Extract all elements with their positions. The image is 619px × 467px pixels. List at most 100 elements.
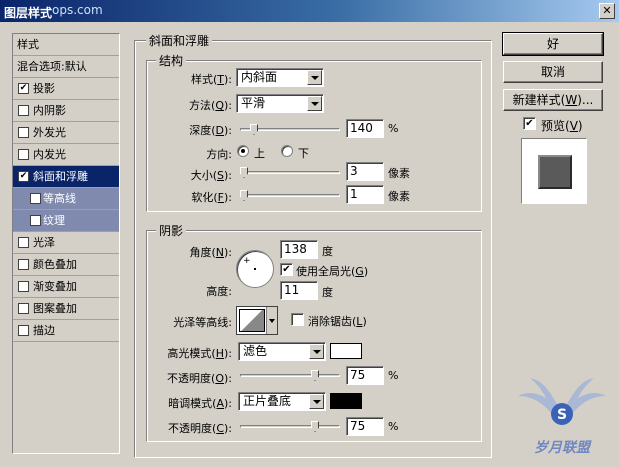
angle-unit: 度: [322, 245, 333, 258]
shadow-opacity-input[interactable]: 75: [346, 417, 384, 436]
altitude-unit: 度: [322, 286, 333, 299]
shadow-mode-select[interactable]: 正片叠底: [238, 392, 326, 411]
bevel-emboss-group-title: 斜面和浮雕: [146, 32, 213, 49]
sidebar-item-outer-glow[interactable]: 外发光: [13, 122, 119, 144]
checkbox-drop-shadow[interactable]: [18, 83, 29, 94]
slider-thumb[interactable]: [240, 190, 248, 201]
anti-aliased-checkbox[interactable]: [291, 313, 304, 326]
style-select[interactable]: 内斜面: [236, 68, 324, 87]
chevron-down-icon[interactable]: [309, 394, 324, 409]
angle-dial[interactable]: +: [236, 250, 274, 288]
sidebar-item-color-overlay[interactable]: 颜色叠加: [13, 254, 119, 276]
shadow-opacity-slider[interactable]: [240, 421, 340, 433]
style-list: 样式 混合选项:默认 投影 内阴影 外发光 内发光 斜面和浮雕 等高线 纹理 光…: [12, 33, 120, 454]
chevron-down-icon[interactable]: [307, 70, 322, 85]
contour-preview: [239, 309, 265, 332]
gloss-contour-label: 光泽等高线:: [173, 316, 232, 329]
checkbox-inner-shadow[interactable]: [18, 105, 29, 116]
close-button[interactable]: ✕: [599, 3, 615, 19]
depth-input[interactable]: 140: [346, 119, 384, 138]
global-light-checkbox[interactable]: [280, 263, 293, 276]
slider-thumb[interactable]: [311, 421, 319, 432]
sidebar-item-pattern-overlay[interactable]: 图案叠加: [13, 298, 119, 320]
slider-thumb[interactable]: [240, 167, 248, 178]
highlight-opacity-slider[interactable]: [240, 370, 340, 382]
altitude-input[interactable]: 11: [280, 281, 318, 300]
preview-label[interactable]: 预览(V): [541, 117, 583, 134]
checkbox-outer-glow[interactable]: [18, 127, 29, 138]
highlight-opacity-unit: %: [388, 369, 399, 382]
highlight-color-swatch[interactable]: [330, 343, 362, 359]
sidebar-item-bevel-emboss[interactable]: 斜面和浮雕: [13, 166, 119, 188]
sidebar-item-label: 斜面和浮雕: [33, 170, 88, 183]
technique-label: 方法(Q):: [189, 99, 232, 112]
slider-thumb[interactable]: [311, 370, 319, 381]
direction-down-label[interactable]: 下: [298, 145, 309, 161]
soften-unit: 像素: [388, 190, 410, 203]
preview-swatch: [538, 155, 572, 189]
sidebar-item-label: 纹理: [43, 214, 65, 227]
gloss-contour-picker[interactable]: [236, 306, 278, 335]
sidebar-item-satin[interactable]: 光泽: [13, 232, 119, 254]
sidebar-item-label: 内发光: [33, 148, 66, 161]
sidebar-item-inner-shadow[interactable]: 内阴影: [13, 100, 119, 122]
depth-unit: %: [388, 122, 399, 135]
checkbox-gradient-overlay[interactable]: [18, 281, 29, 292]
title-bar[interactable]: 图层样式 ops.com ✕: [0, 0, 619, 22]
highlight-mode-value: 滤色: [243, 344, 268, 358]
checkbox-satin[interactable]: [18, 237, 29, 248]
chevron-down-icon[interactable]: [307, 96, 322, 111]
direction-down-radio[interactable]: [281, 145, 293, 157]
soften-slider[interactable]: [240, 190, 340, 202]
checkbox-color-overlay[interactable]: [18, 259, 29, 270]
style-list-header[interactable]: 样式: [13, 34, 119, 56]
soften-input[interactable]: 1: [346, 185, 384, 204]
new-style-button[interactable]: 新建样式(W)...: [503, 89, 603, 111]
checkbox-stroke[interactable]: [18, 325, 29, 336]
direction-label: 方向:: [206, 148, 232, 161]
technique-select[interactable]: 平滑: [236, 94, 324, 113]
slider-track: [240, 425, 340, 428]
shadow-color-swatch[interactable]: [330, 393, 362, 409]
shadow-mode-value: 正片叠底: [243, 394, 292, 408]
checkbox-pattern-overlay[interactable]: [18, 303, 29, 314]
depth-slider[interactable]: [240, 124, 340, 136]
shadow-opacity-label: 不透明度(C):: [168, 422, 232, 435]
chevron-down-icon[interactable]: [266, 307, 277, 334]
style-label: 样式(T):: [190, 73, 232, 86]
shading-group-title: 阴影: [156, 222, 187, 239]
sidebar-item-drop-shadow[interactable]: 投影: [13, 78, 119, 100]
size-slider[interactable]: [240, 167, 340, 179]
chevron-down-icon[interactable]: [309, 344, 324, 359]
anti-aliased-label[interactable]: 消除锯齿(L): [308, 313, 367, 329]
sidebar-item-inner-glow[interactable]: 内发光: [13, 144, 119, 166]
sidebar-item-texture[interactable]: 纹理: [13, 210, 119, 232]
angle-input[interactable]: 138: [280, 240, 318, 259]
slider-thumb[interactable]: [250, 124, 258, 135]
direction-up-radio[interactable]: [237, 145, 249, 157]
title-overlap-text: ops.com: [52, 3, 103, 17]
sidebar-item-stroke[interactable]: 描边: [13, 320, 119, 342]
slider-track: [240, 171, 340, 174]
size-input[interactable]: 3: [346, 162, 384, 181]
preview-checkbox[interactable]: [523, 117, 536, 130]
sidebar-item-label: 描边: [33, 324, 55, 337]
ok-button[interactable]: 好: [502, 32, 604, 56]
sidebar-item-gradient-overlay[interactable]: 渐变叠加: [13, 276, 119, 298]
sidebar-item-label: 内阴影: [33, 104, 66, 117]
global-light-label[interactable]: 使用全局光(G): [296, 263, 368, 279]
altitude-label: 高度:: [206, 285, 232, 298]
checkbox-bevel-emboss[interactable]: [18, 171, 29, 182]
checkbox-texture[interactable]: [30, 215, 41, 226]
cancel-button[interactable]: 取消: [503, 61, 603, 83]
checkbox-inner-glow[interactable]: [18, 149, 29, 160]
direction-up-label[interactable]: 上: [254, 145, 265, 161]
checkbox-contour[interactable]: [30, 193, 41, 204]
highlight-mode-select[interactable]: 滤色: [238, 342, 326, 361]
shadow-opacity-unit: %: [388, 420, 399, 433]
sidebar-item-blending-options[interactable]: 混合选项:默认: [13, 56, 119, 78]
angle-label: 角度(N):: [189, 246, 232, 259]
highlight-opacity-input[interactable]: 75: [346, 366, 384, 385]
sidebar-item-contour[interactable]: 等高线: [13, 188, 119, 210]
crosshair-icon: +: [243, 256, 251, 266]
